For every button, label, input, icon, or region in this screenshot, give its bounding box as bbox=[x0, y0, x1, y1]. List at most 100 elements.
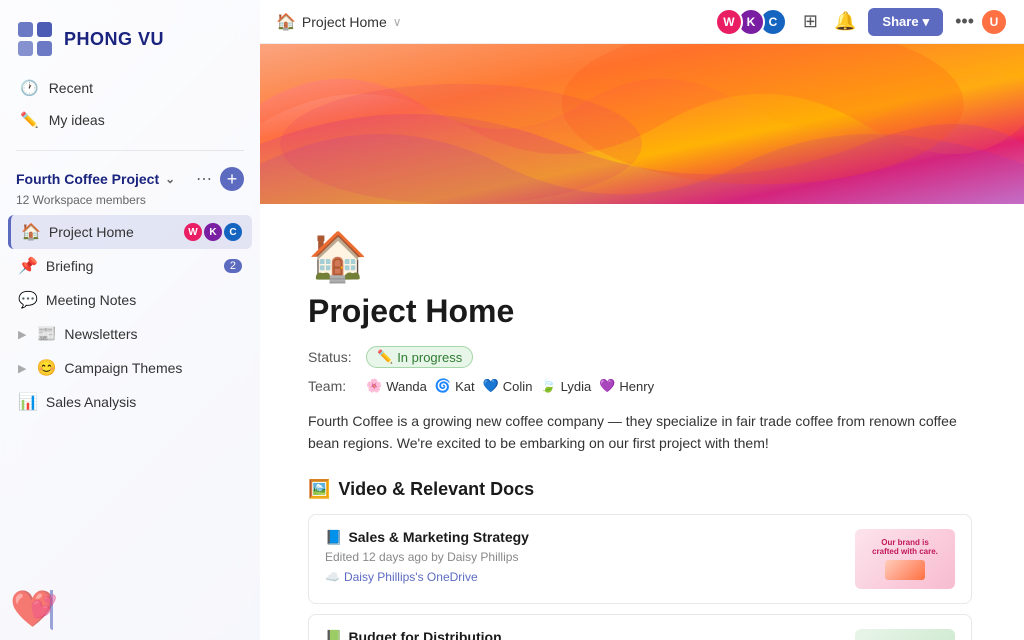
hero-banner bbox=[260, 44, 1024, 204]
team-label: Team: bbox=[308, 378, 358, 394]
grid-view-button[interactable]: ⊞ bbox=[799, 7, 822, 36]
doc-card-sales-marketing[interactable]: 📘 Sales & Marketing Strategy Edited 12 d… bbox=[308, 514, 972, 604]
budget-chart-svg bbox=[860, 634, 950, 640]
project-home-avatars: W K C bbox=[184, 223, 242, 241]
briefing-icon: 📌 bbox=[18, 256, 38, 276]
sidebar-item-meeting-notes[interactable]: 💬 Meeting Notes bbox=[8, 283, 252, 317]
page-scroll: 🏠 Project Home Status: ✏️ In progress Te… bbox=[260, 44, 1024, 640]
more-options-button[interactable]: ••• bbox=[951, 7, 978, 36]
user-avatar[interactable]: U bbox=[980, 8, 1008, 36]
sidebar-item-newsletters[interactable]: ▶ 📰 Newsletters bbox=[8, 317, 252, 351]
doc-thumb-marketing-inner: Our brand is crafted with care. bbox=[855, 529, 955, 589]
topbar-avatars: W K C bbox=[721, 8, 787, 36]
page-title: Project Home bbox=[308, 293, 972, 330]
lydia-name: Lydia bbox=[561, 379, 592, 394]
sidebar-item-briefing[interactable]: 📌 Briefing 2 bbox=[8, 249, 252, 283]
sidebar-bottom: ❤️ 💕 bbox=[0, 560, 260, 640]
henry-icon: 💜 bbox=[599, 378, 615, 394]
topbar-avatar-wanda: W bbox=[715, 8, 743, 36]
sidebar-item-recent[interactable]: 🕐 Recent bbox=[10, 72, 250, 104]
sidebar-divider bbox=[16, 150, 244, 151]
status-row: Status: ✏️ In progress bbox=[308, 346, 972, 368]
onedrive-cloud-icon-1: ☁️ bbox=[325, 570, 340, 584]
recent-icon: 🕐 bbox=[20, 79, 39, 97]
sidebar: PHONG VU 🕐 Recent ✏️ My ideas Fourth Cof… bbox=[0, 0, 260, 640]
wanda-icon: 🌸 bbox=[366, 378, 382, 394]
breadcrumb: 🏠 Project Home ∨ bbox=[276, 12, 709, 32]
doc-thumb-budget-inner bbox=[855, 629, 955, 640]
avatar-2: K bbox=[204, 223, 222, 241]
workspace-actions: Fourth Coffee Project ⌄ ⋯ + bbox=[16, 167, 244, 191]
sidebar-item-sales-analysis[interactable]: 📊 Sales Analysis bbox=[8, 385, 252, 419]
briefing-badge: 2 bbox=[224, 259, 242, 273]
henry-name: Henry bbox=[619, 379, 654, 394]
sidebar-item-project-home[interactable]: 🏠 Project Home W K C bbox=[8, 215, 252, 249]
sales-analysis-label: Sales Analysis bbox=[46, 394, 242, 410]
status-value: In progress bbox=[397, 350, 462, 365]
team-row: Team: 🌸 Wanda 🌀 Kat 💙 Colin 🍃 Lydia bbox=[308, 378, 972, 394]
doc-thumbnail-sales-marketing: Our brand is crafted with care. bbox=[855, 529, 955, 589]
sidebar-pages: 🏠 Project Home W K C 📌 Briefing 2 💬 Meet… bbox=[0, 211, 260, 560]
notifications-button[interactable]: 🔔 bbox=[830, 7, 860, 36]
section-icon: 🖼️ bbox=[308, 479, 330, 500]
sales-analysis-icon: 📊 bbox=[18, 392, 38, 412]
colin-icon: 💙 bbox=[483, 378, 499, 394]
share-button[interactable]: Share ▾ bbox=[868, 8, 943, 36]
topbar-actions: ⊞ 🔔 Share ▾ ••• U bbox=[799, 7, 1008, 36]
avatar-3: C bbox=[224, 223, 242, 241]
team-member-kat: 🌀 Kat bbox=[435, 378, 475, 394]
doc-card-budget-info: 📗 Budget for Distribution Edited 3 days … bbox=[325, 629, 843, 640]
breadcrumb-icon: 🏠 bbox=[276, 12, 296, 32]
section-title-text: Video & Relevant Docs bbox=[338, 479, 534, 500]
meeting-notes-label: Meeting Notes bbox=[46, 292, 242, 308]
sidebar-item-campaign-themes[interactable]: ▶ 😊 Campaign Themes bbox=[8, 351, 252, 385]
doc-card-sales-marketing-subtitle: Edited 12 days ago by Daisy Phillips bbox=[325, 550, 843, 564]
small-heart-decoration: 💕 bbox=[30, 594, 57, 620]
kat-name: Kat bbox=[455, 379, 475, 394]
project-home-label: Project Home bbox=[49, 224, 176, 240]
hero-banner-svg bbox=[260, 44, 1024, 204]
main-content: 🏠 Project Home ∨ W K C ⊞ 🔔 Share ▾ ••• U bbox=[260, 0, 1024, 640]
workspace-options-button[interactable]: ⋯ bbox=[192, 167, 216, 191]
workspace-header: Fourth Coffee Project ⌄ ⋯ + 12 Workspace… bbox=[0, 157, 260, 211]
newsletters-icon: 📰 bbox=[36, 324, 56, 344]
doc-card-sales-marketing-info: 📘 Sales & Marketing Strategy Edited 12 d… bbox=[325, 529, 843, 584]
wanda-name: Wanda bbox=[386, 379, 427, 394]
kat-icon: 🌀 bbox=[435, 378, 451, 394]
workspace-name-label: Fourth Coffee Project bbox=[16, 171, 159, 187]
status-badge: ✏️ In progress bbox=[366, 346, 473, 368]
workspace-chevron-icon: ⌄ bbox=[165, 172, 175, 186]
team-member-wanda: 🌸 Wanda bbox=[366, 378, 427, 394]
logo-area: PHONG VU bbox=[0, 10, 260, 72]
workspace-add-button[interactable]: + bbox=[220, 167, 244, 191]
share-label: Share bbox=[882, 14, 918, 29]
doc-card-sales-marketing-source: ☁️ Daisy Phillips's OneDrive bbox=[325, 570, 843, 584]
breadcrumb-chevron-icon: ∨ bbox=[393, 15, 402, 29]
campaign-themes-label: Campaign Themes bbox=[64, 360, 242, 376]
logo-icon bbox=[16, 20, 54, 58]
doc-card-budget-title: 📗 Budget for Distribution bbox=[325, 629, 843, 640]
colin-name: Colin bbox=[503, 379, 533, 394]
avatar-1: W bbox=[184, 223, 202, 241]
sidebar-item-ideas-label: My ideas bbox=[49, 112, 105, 128]
sidebar-nav: 🕐 Recent ✏️ My ideas bbox=[0, 72, 260, 136]
budget-file-icon: 📗 bbox=[325, 629, 342, 640]
newsletters-expand-icon: ▶ bbox=[18, 328, 26, 341]
page-body: 🏠 Project Home Status: ✏️ In progress Te… bbox=[260, 204, 1020, 640]
logo-text: PHONG VU bbox=[64, 29, 164, 50]
project-home-icon: 🏠 bbox=[21, 222, 41, 242]
workspace-members: 12 Workspace members bbox=[16, 193, 244, 207]
topbar: 🏠 Project Home ∨ W K C ⊞ 🔔 Share ▾ ••• U bbox=[260, 0, 1024, 44]
share-chevron-icon: ▾ bbox=[923, 14, 930, 30]
team-member-colin: 💙 Colin bbox=[483, 378, 533, 394]
sidebar-item-my-ideas[interactable]: ✏️ My ideas bbox=[10, 104, 250, 136]
status-label: Status: bbox=[308, 349, 358, 365]
doc-thumbnail-budget bbox=[855, 629, 955, 640]
campaign-expand-icon: ▶ bbox=[18, 362, 26, 375]
ideas-icon: ✏️ bbox=[20, 111, 39, 129]
doc-card-sales-marketing-title: 📘 Sales & Marketing Strategy bbox=[325, 529, 843, 546]
newsletters-label: Newsletters bbox=[64, 326, 242, 342]
page-emoji: 🏠 bbox=[308, 228, 972, 285]
team-member-henry: 💜 Henry bbox=[599, 378, 654, 394]
doc-card-budget[interactable]: 📗 Budget for Distribution Edited 3 days … bbox=[308, 614, 972, 640]
